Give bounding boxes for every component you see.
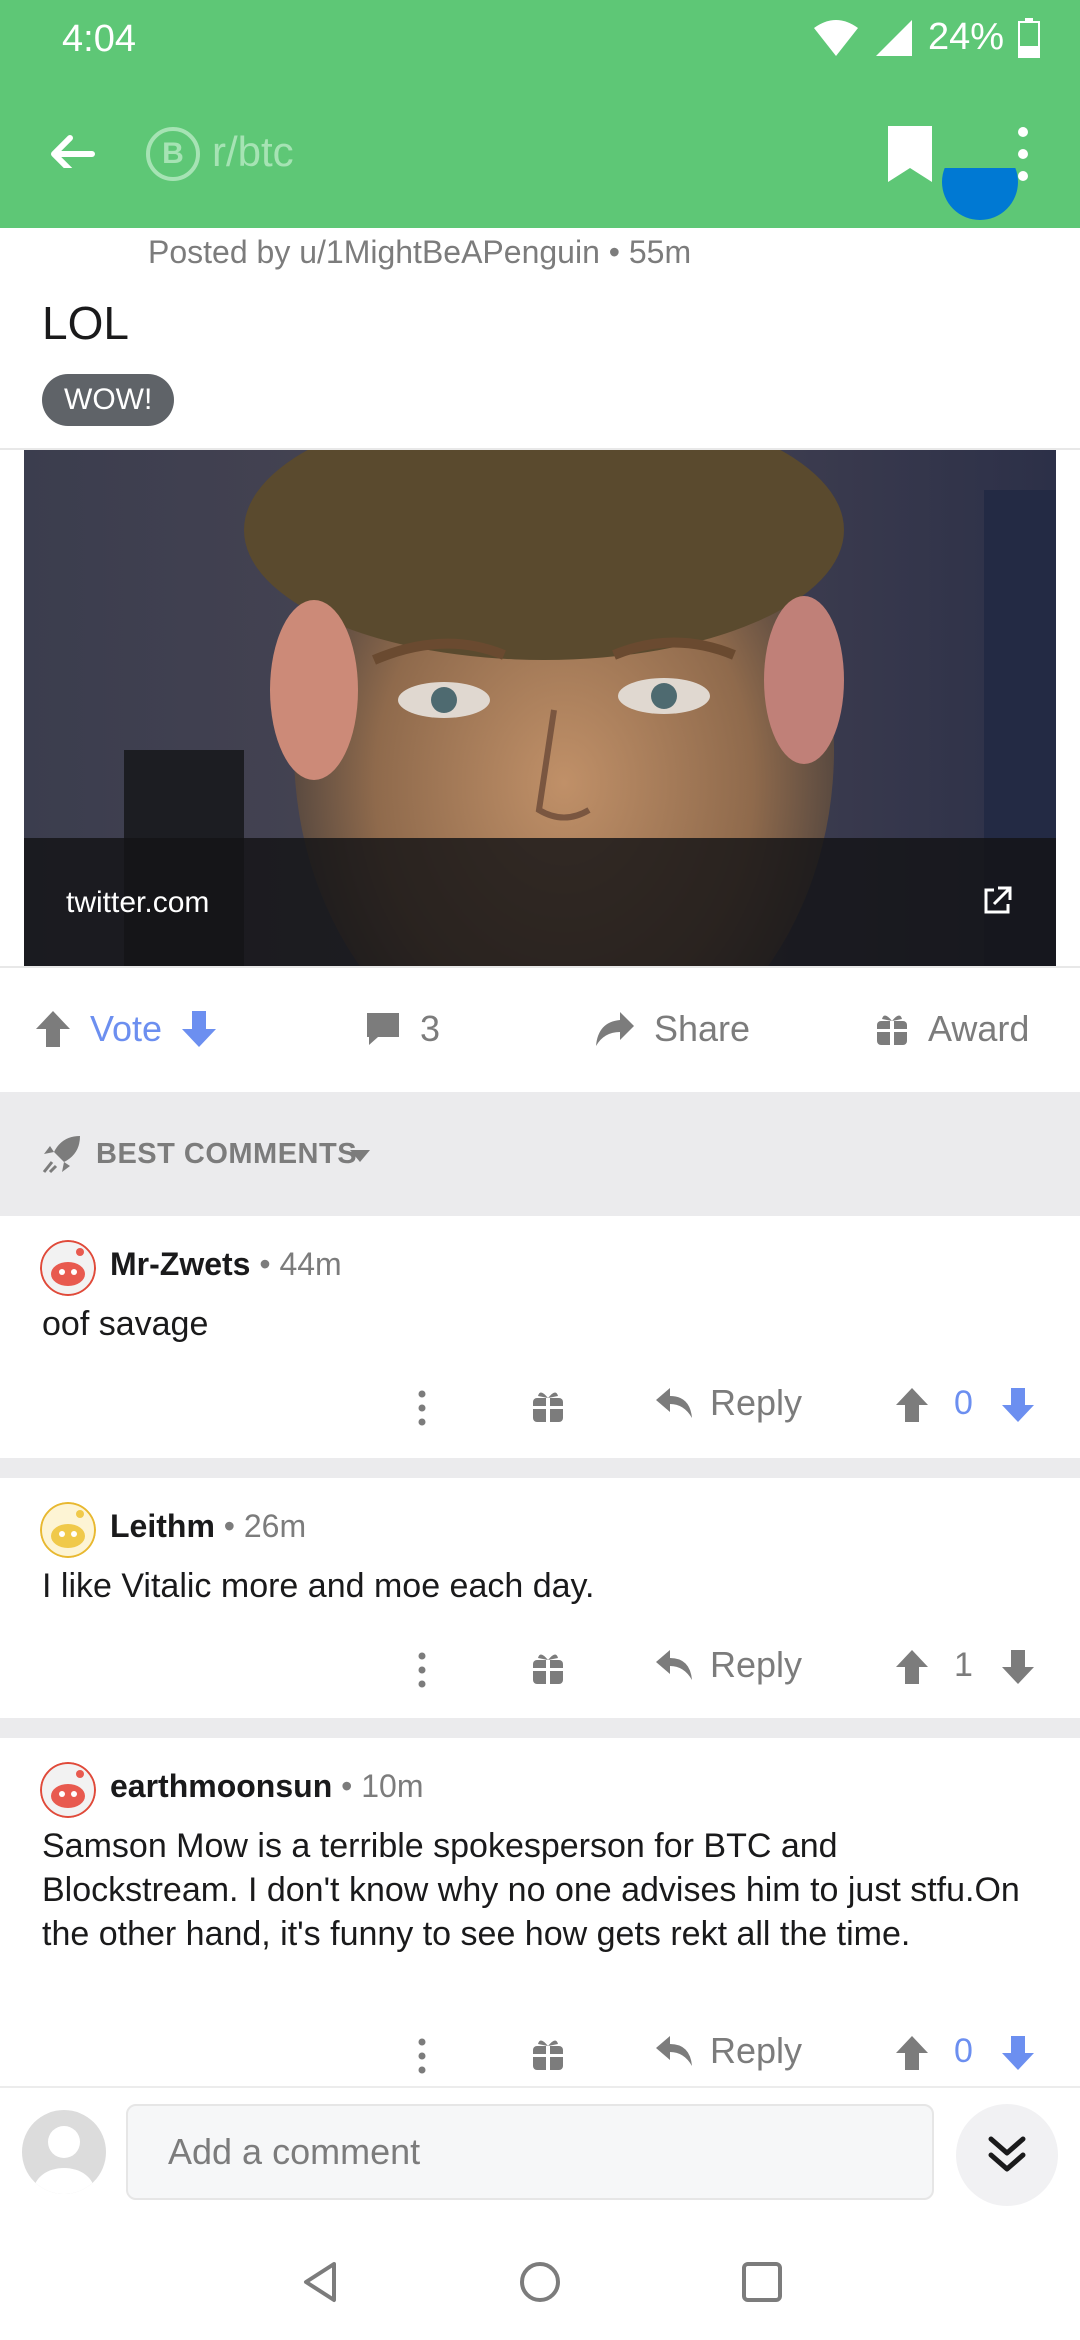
chevron-down-icon bbox=[350, 1150, 370, 1162]
reply-button[interactable]: Reply bbox=[654, 1382, 802, 1424]
comment-divider bbox=[0, 1458, 1080, 1478]
comment-author[interactable]: Leithm • 26m bbox=[110, 1508, 306, 1545]
comment-body: oof savage bbox=[42, 1305, 209, 1343]
gift-icon bbox=[877, 1015, 907, 1045]
link-preview[interactable]: twitter.com bbox=[24, 450, 1056, 966]
comment: earthmoonsun • 10m Samson Mow is a terri… bbox=[0, 1738, 1080, 2086]
link-domain: twitter.com bbox=[66, 886, 210, 919]
nav-recents-icon[interactable] bbox=[738, 2258, 786, 2306]
user-avatar[interactable] bbox=[40, 1240, 96, 1296]
comment-score: 0 bbox=[954, 1384, 973, 1422]
battery-icon bbox=[1018, 17, 1040, 58]
signal-icon bbox=[875, 19, 912, 56]
sort-label: BEST COMMENTS bbox=[96, 1138, 358, 1170]
gift-icon[interactable] bbox=[530, 1388, 566, 1424]
more-vert-icon[interactable] bbox=[414, 2036, 430, 2076]
upvote-icon[interactable] bbox=[894, 1648, 930, 1686]
reply-icon bbox=[656, 1650, 692, 1680]
status-bar: 4:04 24% bbox=[0, 0, 1080, 80]
my-avatar[interactable] bbox=[22, 2110, 106, 2194]
author-name[interactable]: Mr-Zwets bbox=[110, 1246, 250, 1282]
comment-author[interactable]: earthmoonsun • 10m bbox=[110, 1768, 423, 1805]
share-label: Share bbox=[654, 1008, 751, 1049]
comment-composer bbox=[0, 2086, 1080, 2220]
comment-score: 1 bbox=[954, 1646, 973, 1684]
more-vert-icon[interactable] bbox=[414, 1650, 430, 1690]
comment: Leithm • 26m I like Vitalic more and moe… bbox=[0, 1478, 1080, 1716]
comment-time: • 26m bbox=[214, 1508, 307, 1544]
comment-divider bbox=[0, 1718, 1080, 1738]
wifi-icon bbox=[813, 19, 858, 56]
comment-time: • 10m bbox=[332, 1768, 424, 1804]
top-app-bar: B r/btc bbox=[0, 80, 1080, 228]
system-nav-bar bbox=[0, 2220, 1080, 2340]
join-button-clip bbox=[942, 168, 1018, 228]
comment-actions: Reply 0 bbox=[0, 2024, 1080, 2084]
reply-icon bbox=[656, 2036, 692, 2066]
add-comment-input[interactable] bbox=[126, 2104, 934, 2200]
user-avatar[interactable] bbox=[40, 1502, 96, 1558]
reply-label: Reply bbox=[710, 1382, 803, 1423]
reply-label: Reply bbox=[710, 1644, 803, 1685]
post-actions: Vote 3 Share Award bbox=[0, 968, 1080, 1092]
upvote-icon[interactable] bbox=[894, 1386, 930, 1424]
post-title: LOL bbox=[42, 297, 129, 349]
upvote-icon[interactable] bbox=[894, 2034, 930, 2072]
downvote-icon[interactable] bbox=[1000, 1648, 1036, 1686]
share-button[interactable]: Share bbox=[594, 1008, 750, 1050]
double-chevron-down-icon bbox=[988, 2136, 1026, 2172]
share-icon bbox=[596, 1012, 634, 1046]
subreddit-avatar[interactable] bbox=[42, 168, 126, 228]
post-byline[interactable]: Posted by u/1MightBeAPenguin • 55m bbox=[148, 234, 691, 271]
next-comment-button[interactable] bbox=[956, 2104, 1058, 2206]
gift-icon[interactable] bbox=[530, 1650, 566, 1686]
comment-body: Samson Mow is a terrible spokesperson fo… bbox=[42, 1827, 1020, 1953]
vote-label: Vote bbox=[90, 1008, 163, 1049]
nav-back-icon[interactable] bbox=[296, 2258, 344, 2306]
comment-sort-bar[interactable]: BEST COMMENTS bbox=[0, 1092, 1080, 1216]
comment-time: • 44m bbox=[250, 1246, 342, 1282]
bookmark-icon[interactable] bbox=[884, 124, 936, 184]
author-name[interactable]: earthmoonsun bbox=[110, 1768, 332, 1804]
reply-button[interactable]: Reply bbox=[654, 1644, 802, 1686]
downvote-icon[interactable] bbox=[1000, 1386, 1036, 1424]
status-time: 4:04 bbox=[62, 18, 136, 60]
upvote-icon[interactable] bbox=[34, 1009, 72, 1049]
comment-actions: Reply 0 bbox=[0, 1376, 1080, 1436]
status-icons: 24% bbox=[812, 16, 1040, 59]
gift-icon[interactable] bbox=[530, 2036, 566, 2072]
reply-icon bbox=[656, 1388, 692, 1418]
user-avatar[interactable] bbox=[40, 1762, 96, 1818]
comment-author[interactable]: Mr-Zwets • 44m bbox=[110, 1246, 342, 1283]
vote-group: Vote bbox=[34, 1008, 218, 1050]
downvote-icon[interactable] bbox=[180, 1009, 218, 1049]
reply-button[interactable]: Reply bbox=[654, 2030, 802, 2072]
comment-body: I like Vitalic more and moe each day. bbox=[42, 1567, 595, 1605]
reply-label: Reply bbox=[710, 2030, 803, 2071]
rocket-icon bbox=[42, 1136, 80, 1174]
link-bar[interactable]: twitter.com bbox=[24, 838, 1056, 966]
battery-percent: 24% bbox=[927, 16, 1004, 58]
comment-actions: Reply 1 bbox=[0, 1638, 1080, 1698]
subreddit-name[interactable]: r/btc bbox=[212, 128, 294, 176]
post-flair: WOW! bbox=[42, 374, 175, 426]
post-header: Posted by u/1MightBeAPenguin • 55m LOL W… bbox=[0, 228, 1080, 448]
comment-count: 3 bbox=[420, 1008, 441, 1049]
nav-home-icon[interactable] bbox=[516, 2258, 564, 2306]
bitcoin-icon: B bbox=[146, 127, 200, 181]
downvote-icon[interactable] bbox=[1000, 2034, 1036, 2072]
award-label: Award bbox=[928, 1008, 1030, 1049]
more-vert-icon[interactable] bbox=[414, 1388, 430, 1428]
external-link-icon bbox=[984, 886, 1012, 914]
comments-button[interactable]: 3 bbox=[364, 1008, 440, 1050]
award-button[interactable]: Award bbox=[874, 1008, 1029, 1050]
join-button[interactable] bbox=[942, 168, 1018, 220]
comment-score: 0 bbox=[954, 2032, 973, 2070]
user-placeholder-icon bbox=[34, 2126, 94, 2194]
comment: Mr-Zwets • 44m oof savage Reply 0 bbox=[0, 1216, 1080, 1456]
author-name[interactable]: Leithm bbox=[110, 1508, 215, 1544]
subreddit-avatar-clip bbox=[42, 168, 126, 228]
comment-icon bbox=[367, 1013, 399, 1045]
